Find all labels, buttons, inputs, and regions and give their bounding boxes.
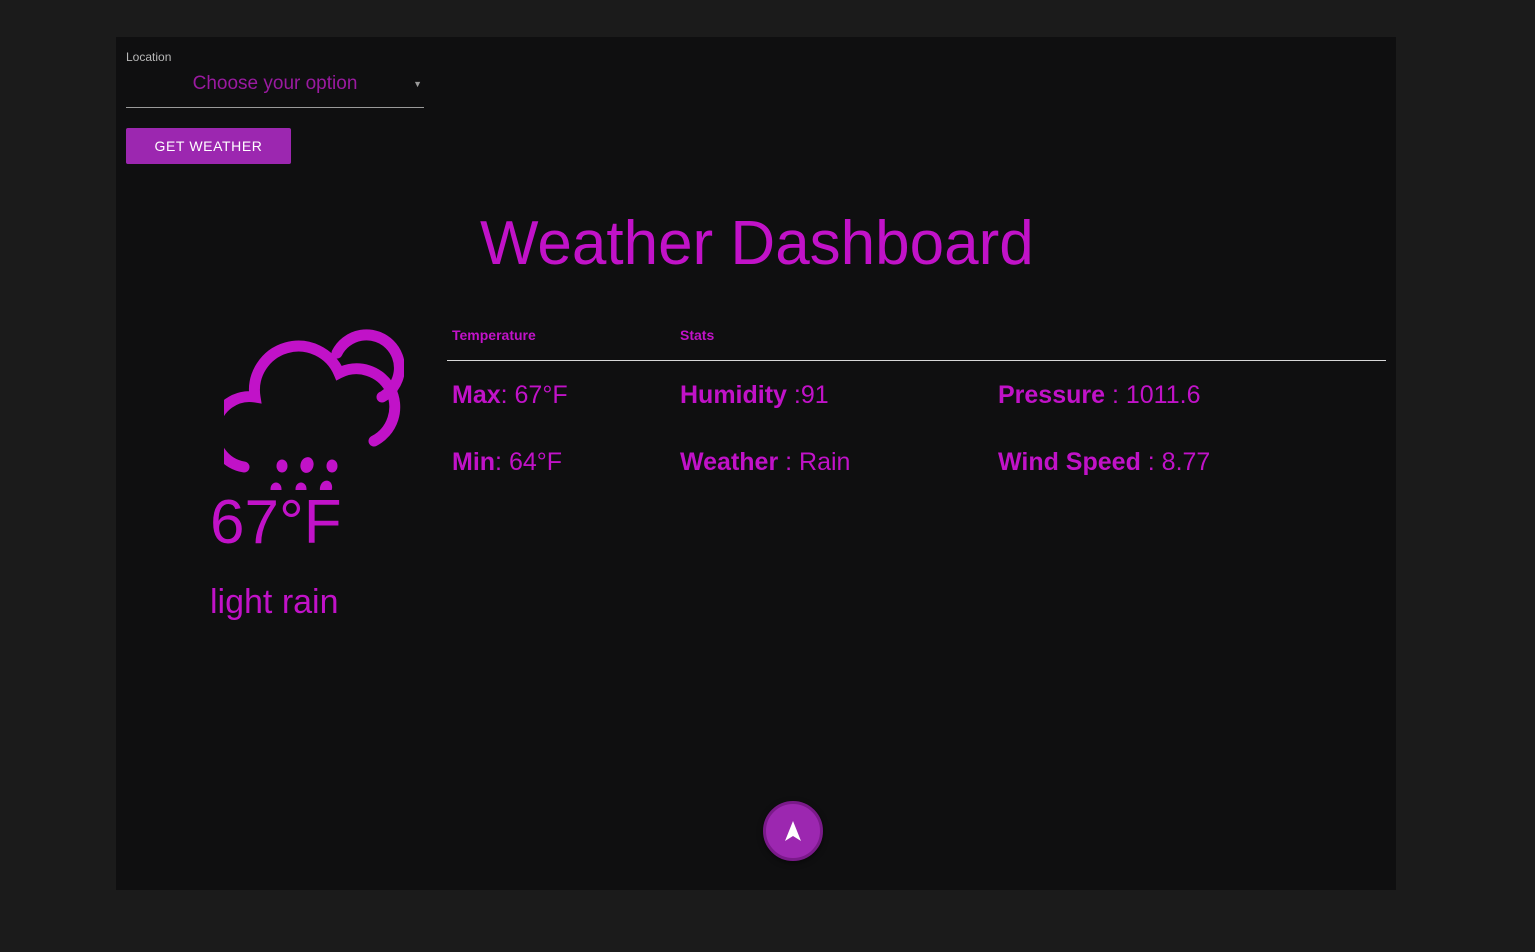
stat-min-label: Min bbox=[452, 448, 496, 476]
current-temperature: 67°F bbox=[210, 488, 342, 557]
column-header-temperature: Temperature bbox=[452, 327, 536, 343]
rain-cloud-sun-icon bbox=[224, 329, 404, 490]
navigation-arrow-icon bbox=[785, 821, 801, 841]
stat-wind-speed-value: : 8.77 bbox=[1140, 448, 1211, 476]
stat-pressure-value: : 1011.6 bbox=[1105, 381, 1201, 409]
stat-max-value: : 67°F bbox=[500, 381, 568, 409]
stat-humidity-label: Humidity bbox=[680, 381, 787, 409]
weather-card: Location Choose your option ▼ GET WEATHE… bbox=[116, 37, 1396, 890]
stat-humidity-value: :91 bbox=[786, 381, 829, 409]
page-title: Weather Dashboard bbox=[480, 209, 1034, 278]
stat-max: Max: 67°F bbox=[452, 383, 568, 408]
column-header-stats: Stats bbox=[680, 327, 715, 343]
stat-max-label: Max bbox=[452, 381, 501, 409]
stat-weather-value: : Rain bbox=[778, 448, 851, 476]
location-select-value: Choose your option bbox=[192, 73, 358, 94]
stat-weather: Weather : Rain bbox=[680, 450, 850, 475]
stat-wind-speed: Wind Speed : 8.77 bbox=[998, 450, 1210, 475]
stat-pressure: Pressure : 1011.6 bbox=[998, 383, 1200, 408]
stat-pressure-label: Pressure bbox=[998, 381, 1106, 409]
table-divider bbox=[447, 360, 1386, 361]
get-weather-button[interactable]: GET WEATHER bbox=[126, 128, 291, 164]
stat-min-value: : 64°F bbox=[495, 448, 563, 476]
location-select[interactable]: Choose your option ▼ bbox=[126, 71, 424, 108]
stat-humidity: Humidity :91 bbox=[680, 383, 829, 408]
caret-down-icon: ▼ bbox=[413, 79, 422, 89]
stat-wind-speed-label: Wind Speed bbox=[998, 448, 1141, 476]
weather-description: light rain bbox=[210, 583, 339, 621]
location-fab-button[interactable] bbox=[763, 801, 823, 861]
stat-weather-label: Weather bbox=[680, 448, 779, 476]
location-label: Location bbox=[126, 50, 172, 64]
stat-min: Min: 64°F bbox=[452, 450, 562, 475]
